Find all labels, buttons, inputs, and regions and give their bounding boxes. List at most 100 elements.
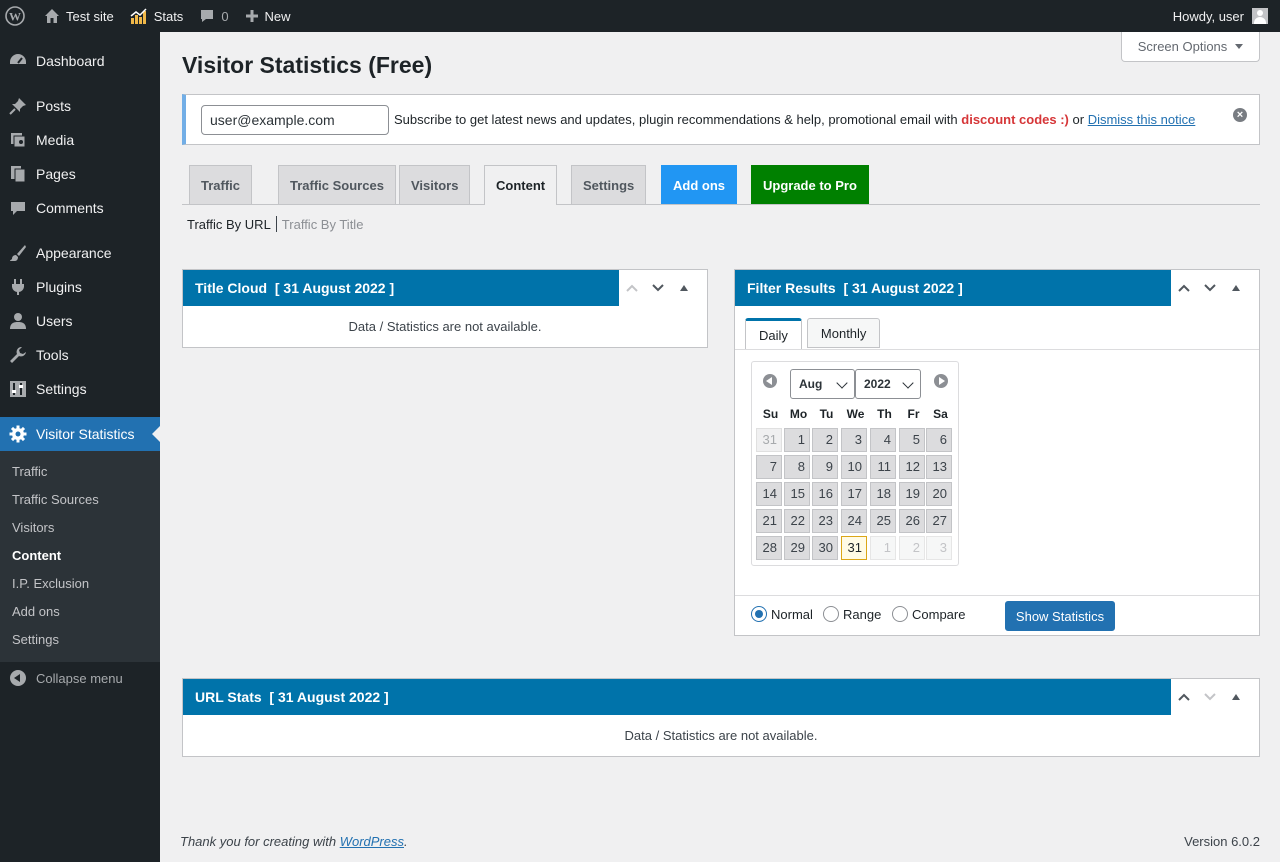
month-select[interactable]: Aug bbox=[790, 369, 855, 399]
next-month-icon[interactable] bbox=[934, 374, 948, 388]
calendar-day[interactable]: 5 bbox=[899, 428, 925, 452]
radio-range[interactable]: Range bbox=[823, 606, 881, 622]
collapse-menu-button[interactable]: Collapse menu bbox=[10, 670, 123, 686]
sidebar-item-pages[interactable]: Pages bbox=[0, 157, 160, 191]
submenu-item-visitors[interactable]: Visitors bbox=[12, 520, 54, 535]
notice-text-or: or bbox=[1068, 112, 1088, 127]
calendar-day[interactable]: 10 bbox=[841, 455, 867, 479]
radio-normal-button[interactable] bbox=[751, 606, 767, 622]
move-up-icon[interactable] bbox=[1171, 679, 1197, 715]
radio-normal[interactable]: Normal bbox=[751, 606, 813, 622]
toggle-panel-icon[interactable] bbox=[1223, 270, 1249, 306]
calendar-day[interactable]: 13 bbox=[926, 455, 952, 479]
submenu-item-traffic-sources[interactable]: Traffic Sources bbox=[12, 492, 99, 507]
dismiss-notice-link[interactable]: Dismiss this notice bbox=[1088, 112, 1196, 127]
move-down-icon[interactable] bbox=[1197, 679, 1223, 715]
sidebar-item-tools[interactable]: Tools bbox=[0, 338, 160, 372]
calendar-day[interactable]: 26 bbox=[899, 509, 925, 533]
sidebar-item-users[interactable]: Users bbox=[0, 304, 160, 338]
tab-content[interactable]: Content bbox=[484, 165, 558, 205]
submenu-item-ip-exclusion[interactable]: I.P. Exclusion bbox=[12, 576, 89, 591]
sidebar-item-plugins[interactable]: Plugins bbox=[0, 270, 160, 304]
wordpress-link[interactable]: WordPress bbox=[340, 834, 404, 849]
calendar-day[interactable]: 14 bbox=[756, 482, 782, 506]
tab-add-ons[interactable]: Add ons bbox=[661, 165, 737, 204]
radio-compare-button[interactable] bbox=[892, 606, 908, 622]
chevron-down-icon bbox=[836, 377, 848, 389]
tab-daily[interactable]: Daily bbox=[745, 318, 802, 350]
move-up-icon[interactable] bbox=[1171, 270, 1197, 306]
move-down-icon[interactable] bbox=[645, 270, 671, 306]
calendar-day[interactable]: 24 bbox=[841, 509, 867, 533]
calendar-day[interactable]: 29 bbox=[784, 536, 810, 560]
wordpress-logo-icon[interactable]: W bbox=[0, 0, 36, 32]
move-down-icon[interactable] bbox=[1197, 270, 1223, 306]
sidebar-item-posts[interactable]: Posts bbox=[0, 89, 160, 123]
move-up-icon[interactable] bbox=[619, 270, 645, 306]
my-account-link[interactable]: Howdy, user bbox=[1165, 0, 1280, 32]
calendar-day[interactable]: 15 bbox=[784, 482, 810, 506]
calendar-day[interactable]: 17 bbox=[841, 482, 867, 506]
tab-visitors[interactable]: Visitors bbox=[399, 165, 471, 204]
calendar-day[interactable]: 25 bbox=[870, 509, 896, 533]
tab-monthly[interactable]: Monthly bbox=[806, 318, 881, 348]
tab-traffic[interactable]: Traffic bbox=[189, 165, 253, 204]
subtab-traffic-by-title[interactable]: Traffic By Title bbox=[282, 217, 364, 232]
calendar-day[interactable]: 21 bbox=[756, 509, 782, 533]
calendar-day[interactable]: 31 bbox=[841, 536, 867, 560]
brush-icon bbox=[0, 244, 36, 262]
radio-range-button[interactable] bbox=[823, 606, 839, 622]
submenu-item-add-ons[interactable]: Add ons bbox=[12, 604, 60, 619]
comments-link[interactable]: 0 bbox=[191, 0, 236, 32]
submenu-item-traffic[interactable]: Traffic bbox=[12, 464, 47, 479]
submenu-item-content[interactable]: Content bbox=[12, 548, 61, 563]
calendar-day[interactable]: 4 bbox=[870, 428, 896, 452]
calendar-day[interactable]: 19 bbox=[899, 482, 925, 506]
calendar-day[interactable]: 11 bbox=[870, 455, 896, 479]
calendar-day[interactable]: 6 bbox=[926, 428, 952, 452]
screen-options-label: Screen Options bbox=[1137, 39, 1228, 54]
calendar-day[interactable]: 7 bbox=[756, 455, 782, 479]
screen-options-button[interactable]: Screen Options bbox=[1121, 32, 1260, 62]
tab-settings[interactable]: Settings bbox=[571, 165, 647, 204]
calendar-day[interactable]: 9 bbox=[812, 455, 838, 479]
submenu-item-settings[interactable]: Settings bbox=[12, 632, 59, 647]
sidebar-item-dashboard[interactable]: Dashboard bbox=[0, 44, 160, 78]
calendar-day[interactable]: 30 bbox=[812, 536, 838, 560]
footer-version: Version 6.0.2 bbox=[1184, 834, 1260, 849]
sidebar-item-comments[interactable]: Comments bbox=[0, 191, 160, 225]
calendar-day[interactable]: 2 bbox=[812, 428, 838, 452]
site-name-link[interactable]: Test site bbox=[36, 0, 122, 32]
close-icon[interactable]: × bbox=[1233, 108, 1247, 122]
email-input[interactable] bbox=[201, 104, 389, 135]
year-select[interactable]: 2022 bbox=[855, 369, 921, 399]
caret-down-icon bbox=[1235, 44, 1244, 49]
sidebar-item-media[interactable]: Media bbox=[0, 123, 160, 157]
sidebar-item-visitor-statistics[interactable]: Visitor Statistics bbox=[0, 417, 160, 451]
toggle-panel-icon[interactable] bbox=[671, 270, 697, 306]
new-content-link[interactable]: New bbox=[237, 0, 299, 32]
calendar-day[interactable]: 1 bbox=[784, 428, 810, 452]
calendar-day[interactable]: 20 bbox=[926, 482, 952, 506]
calendar-day[interactable]: 22 bbox=[784, 509, 810, 533]
prev-month-icon[interactable] bbox=[763, 374, 777, 388]
calendar-day[interactable]: 3 bbox=[841, 428, 867, 452]
toggle-panel-icon[interactable] bbox=[1223, 679, 1249, 715]
stats-link[interactable]: Stats bbox=[122, 0, 192, 32]
calendar-day[interactable]: 16 bbox=[812, 482, 838, 506]
settings-icon bbox=[0, 380, 36, 398]
calendar-day[interactable]: 27 bbox=[926, 509, 952, 533]
subtab-traffic-by-url[interactable]: Traffic By URL bbox=[187, 217, 271, 232]
calendar-day[interactable]: 23 bbox=[812, 509, 838, 533]
calendar-day[interactable]: 12 bbox=[899, 455, 925, 479]
calendar-day[interactable]: 18 bbox=[870, 482, 896, 506]
tab-upgrade-to-pro[interactable]: Upgrade to Pro bbox=[751, 165, 869, 204]
tab-traffic-sources[interactable]: Traffic Sources bbox=[278, 165, 396, 204]
show-statistics-button[interactable]: Show Statistics bbox=[1005, 601, 1115, 631]
sidebar-item-appearance[interactable]: Appearance bbox=[0, 236, 160, 270]
calendar-day[interactable]: 8 bbox=[784, 455, 810, 479]
radio-compare[interactable]: Compare bbox=[892, 606, 965, 622]
calendar-day[interactable]: 28 bbox=[756, 536, 782, 560]
sidebar-item-settings[interactable]: Settings bbox=[0, 372, 160, 406]
calendar-day: 1 bbox=[870, 536, 896, 560]
